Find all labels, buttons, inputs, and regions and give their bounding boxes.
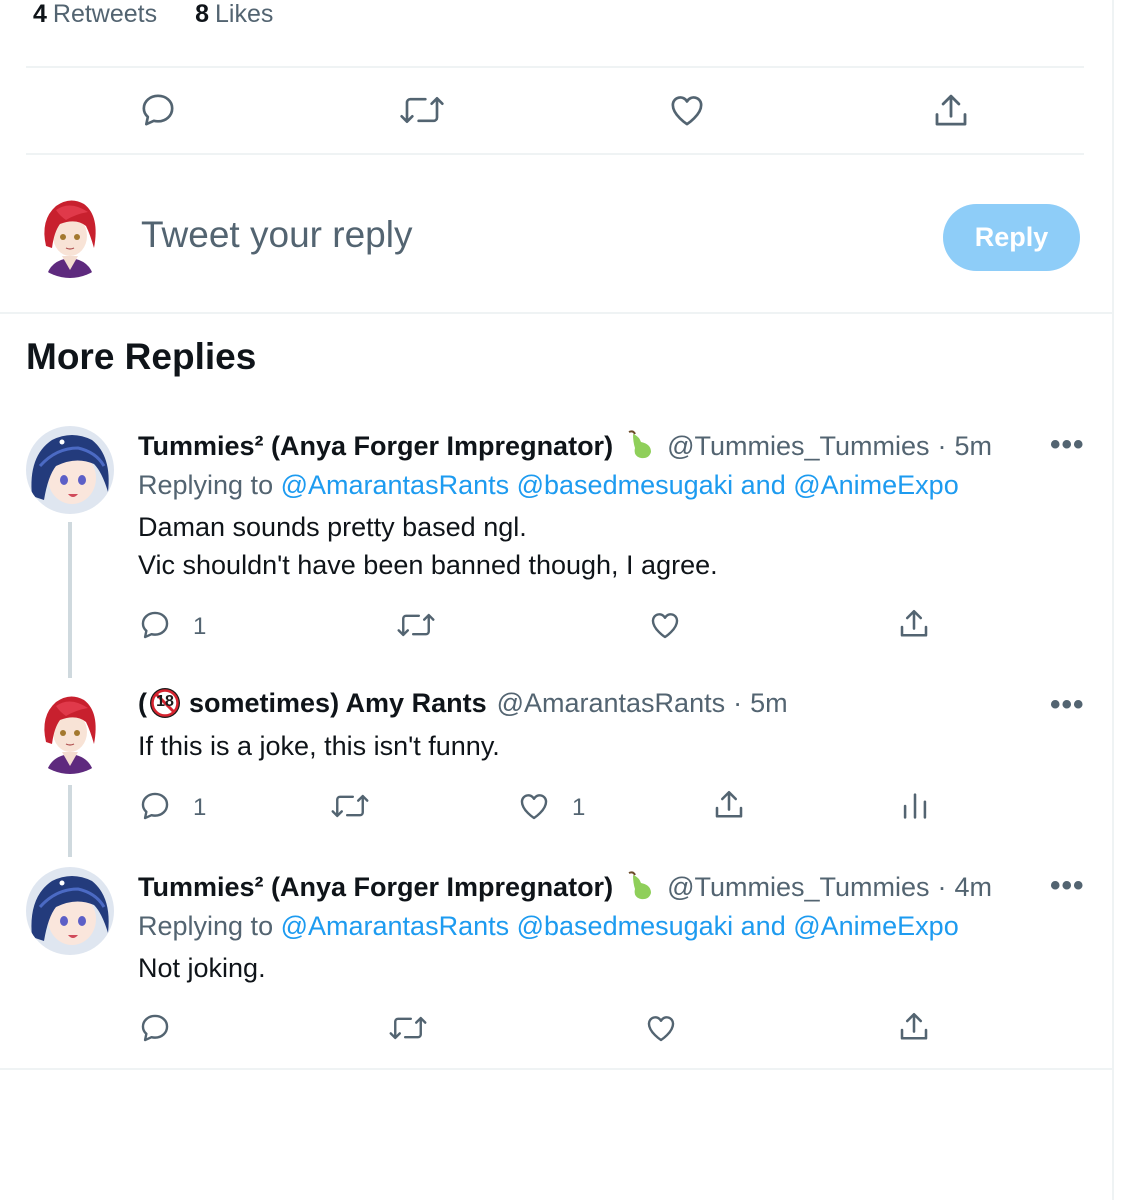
tweet-header: ( 18 sometimes) Amy Rants @AmarantasRant… — [138, 687, 788, 719]
like-icon[interactable] — [667, 90, 707, 130]
replying-to-last[interactable]: @AnimeExpo — [793, 470, 958, 500]
separator-dot: · — [937, 431, 947, 461]
reply-button[interactable]: Reply — [943, 204, 1080, 271]
tweet-stats: 4 Retweets 8 Likes — [33, 0, 273, 36]
replying-to-links[interactable]: @AmarantasRants @basedmesugaki — [281, 470, 734, 500]
retweets-stat[interactable]: 4 Retweets — [33, 0, 157, 36]
display-name[interactable]: Tummies² (Anya Forger Impregnator) — [138, 872, 613, 903]
tweet-text-line: Not joking. — [138, 953, 266, 983]
retweet-icon[interactable] — [388, 1011, 428, 1045]
timestamp[interactable]: 5m — [750, 688, 788, 719]
like-icon[interactable] — [648, 608, 682, 642]
user-handle[interactable]: @AmarantasRants — [497, 688, 726, 719]
reply-icon[interactable] — [138, 789, 172, 823]
tweet-text: If this is a joke, this isn't funny. — [138, 727, 500, 765]
replying-to: Replying to @AmarantasRants @basedmesuga… — [138, 911, 959, 942]
reply-input[interactable]: Tweet your reply — [141, 214, 412, 256]
retweet-icon[interactable] — [330, 789, 370, 823]
share-icon[interactable] — [896, 606, 932, 642]
divider — [0, 312, 1112, 314]
like-count: 1 — [572, 794, 586, 821]
tweet-header: Tummies² (Anya Forger Impregnator) @Tumm… — [138, 426, 992, 467]
reply-icon[interactable] — [138, 1011, 172, 1045]
retweets-count: 4 — [33, 0, 47, 28]
likes-stat[interactable]: 8 Likes — [195, 0, 273, 36]
share-icon[interactable] — [896, 1009, 932, 1045]
pear-emoji-icon — [623, 867, 657, 908]
divider — [26, 66, 1084, 68]
more-options-button[interactable]: ••• — [1050, 428, 1085, 462]
tweet-header: Tummies² (Anya Forger Impregnator) @Tumm… — [138, 867, 992, 908]
retweet-icon[interactable] — [398, 90, 446, 130]
section-title: More Replies — [26, 336, 257, 377]
timestamp[interactable]: 4m — [955, 872, 993, 903]
like-icon[interactable] — [644, 1011, 678, 1045]
reply-count: 1 — [193, 794, 207, 821]
retweet-icon[interactable] — [396, 608, 436, 642]
separator-dot: · — [733, 687, 743, 718]
column-border — [1112, 0, 1114, 1200]
replying-to: Replying to @AmarantasRants @basedmesuga… — [138, 470, 959, 501]
thread-line — [68, 522, 72, 678]
share-icon[interactable] — [930, 90, 972, 132]
timestamp[interactable]: 5m — [955, 431, 993, 462]
display-name-prefix[interactable]: ( — [138, 688, 147, 719]
replying-and[interactable]: and — [741, 470, 786, 500]
avatar[interactable] — [26, 867, 114, 955]
reply-icon[interactable] — [138, 90, 178, 130]
divider — [26, 153, 1084, 155]
display-name[interactable]: Tummies² (Anya Forger Impregnator) — [138, 431, 613, 462]
analytics-icon[interactable] — [898, 789, 932, 823]
avatar[interactable] — [26, 190, 114, 278]
replying-prefix: Replying to — [138, 911, 274, 941]
pear-emoji-icon — [623, 426, 657, 467]
tweet-text-line: Daman sounds pretty based ngl. — [138, 512, 527, 542]
likes-count: 8 — [195, 0, 210, 28]
avatar[interactable] — [26, 426, 114, 514]
retweets-label: Retweets — [52, 0, 158, 28]
like-icon[interactable] — [517, 789, 551, 823]
divider — [0, 1068, 1112, 1070]
badge-number: 18 — [156, 693, 174, 710]
replying-to-links[interactable]: @AmarantasRants @basedmesugaki — [281, 911, 734, 941]
separator-dot: · — [937, 872, 947, 902]
avatar[interactable] — [26, 686, 114, 774]
replying-prefix: Replying to — [138, 470, 274, 500]
replying-to-last[interactable]: @AnimeExpo — [793, 911, 958, 941]
reply-icon[interactable] — [138, 608, 172, 642]
user-handle[interactable]: @Tummies_Tummies — [667, 872, 929, 903]
tweet-text: Daman sounds pretty based ngl. Vic shoul… — [138, 508, 718, 584]
share-icon[interactable] — [711, 787, 747, 823]
more-options-button[interactable]: ••• — [1050, 688, 1085, 722]
replying-and[interactable]: and — [741, 911, 786, 941]
no-under-18-icon: 18 — [149, 687, 181, 719]
user-handle[interactable]: @Tummies_Tummies — [667, 431, 929, 462]
display-name[interactable]: sometimes) Amy Rants — [189, 688, 487, 719]
more-options-button[interactable]: ••• — [1050, 869, 1085, 903]
thread-line — [68, 785, 72, 857]
reply-count: 1 — [193, 613, 207, 640]
tweet-text-line: Vic shouldn't have been banned though, I… — [138, 550, 718, 580]
likes-label: Likes — [215, 0, 274, 28]
tweet-text-line: If this is a joke, this isn't funny. — [138, 731, 500, 761]
tweet-text: Not joking. — [138, 949, 266, 987]
